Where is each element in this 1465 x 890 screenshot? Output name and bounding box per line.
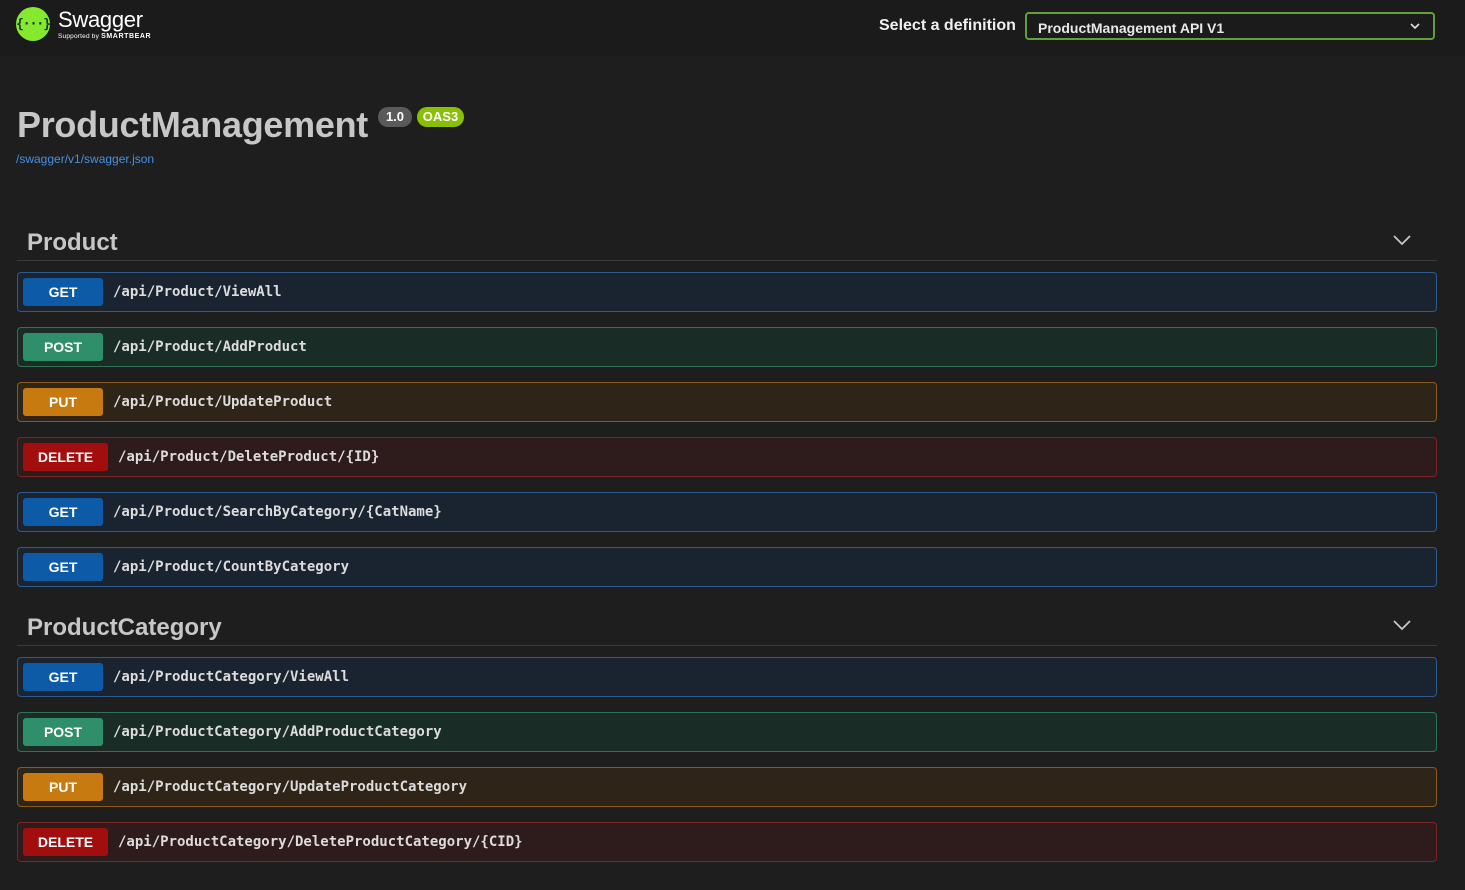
swagger-logo[interactable]: {···} Swagger Supported by SMARTBEAR: [16, 7, 151, 41]
operation-path: /api/Product/DeleteProduct/{ID}: [118, 449, 380, 465]
spec-json-link[interactable]: /swagger/v1/swagger.json: [16, 152, 154, 166]
chevron-down-icon: [1410, 23, 1420, 30]
operation-row[interactable]: DELETE /api/Product/DeleteProduct/{ID}: [17, 437, 1437, 477]
operation-path: /api/Product/ViewAll: [113, 284, 282, 300]
operation-path: /api/ProductCategory/DeleteProductCatego…: [118, 834, 523, 850]
method-badge-put: PUT: [23, 388, 103, 416]
chevron-down-icon[interactable]: [1393, 618, 1411, 632]
operation-path: /api/Product/AddProduct: [113, 339, 307, 355]
operation-path: /api/ProductCategory/UpdateProductCatego…: [113, 779, 468, 795]
section-header-productcategory[interactable]: ProductCategory: [17, 607, 1437, 646]
method-badge-delete: DELETE: [23, 443, 108, 471]
operation-row[interactable]: GET /api/Product/ViewAll: [17, 272, 1437, 312]
section-header-product[interactable]: Product: [17, 222, 1437, 261]
top-bar: {···} Swagger Supported by SMARTBEAR Sel…: [0, 0, 1465, 56]
operation-row[interactable]: PUT /api/Product/UpdateProduct: [17, 382, 1437, 422]
method-badge-get: GET: [23, 498, 103, 526]
oas-badge: OAS3: [417, 107, 464, 127]
operation-row[interactable]: PUT /api/ProductCategory/UpdateProductCa…: [17, 767, 1437, 807]
method-badge-get: GET: [23, 663, 103, 691]
method-badge-post: POST: [23, 718, 103, 746]
section-title: Product: [27, 229, 118, 256]
definition-select[interactable]: ProductManagement API V1: [1025, 12, 1435, 40]
method-badge-post: POST: [23, 333, 103, 361]
operation-path: /api/ProductCategory/ViewAll: [113, 669, 350, 685]
operation-path: /api/ProductCategory/AddProductCategory: [113, 724, 442, 740]
method-badge-get: GET: [23, 553, 103, 581]
select-definition-label: Select a definition: [879, 17, 1016, 34]
operation-path: /api/Product/SearchByCategory/{CatName}: [113, 504, 442, 520]
definition-select-value: ProductManagement API V1: [1038, 20, 1225, 36]
logo-subtitle: Supported by SMARTBEAR: [58, 32, 152, 40]
method-badge-delete: DELETE: [23, 828, 108, 856]
method-badge-put: PUT: [23, 773, 103, 801]
swagger-logo-icon: {···}: [16, 7, 51, 41]
api-title: ProductManagement: [17, 104, 368, 145]
chevron-down-icon[interactable]: [1393, 233, 1411, 247]
operation-row[interactable]: POST /api/Product/AddProduct: [17, 327, 1437, 367]
operation-path: /api/Product/CountByCategory: [113, 559, 350, 575]
operation-row[interactable]: DELETE /api/ProductCategory/DeleteProduc…: [17, 822, 1437, 862]
logo-name: Swagger: [58, 6, 143, 32]
section-title: ProductCategory: [27, 614, 222, 641]
method-badge-get: GET: [23, 278, 103, 306]
version-badge: 1.0: [378, 107, 412, 127]
operation-row[interactable]: GET /api/Product/CountByCategory: [17, 547, 1437, 587]
operation-row[interactable]: GET /api/ProductCategory/ViewAll: [17, 657, 1437, 697]
operation-row[interactable]: POST /api/ProductCategory/AddProductCate…: [17, 712, 1437, 752]
operation-row[interactable]: GET /api/Product/SearchByCategory/{CatNa…: [17, 492, 1437, 532]
operation-path: /api/Product/UpdateProduct: [113, 394, 333, 410]
